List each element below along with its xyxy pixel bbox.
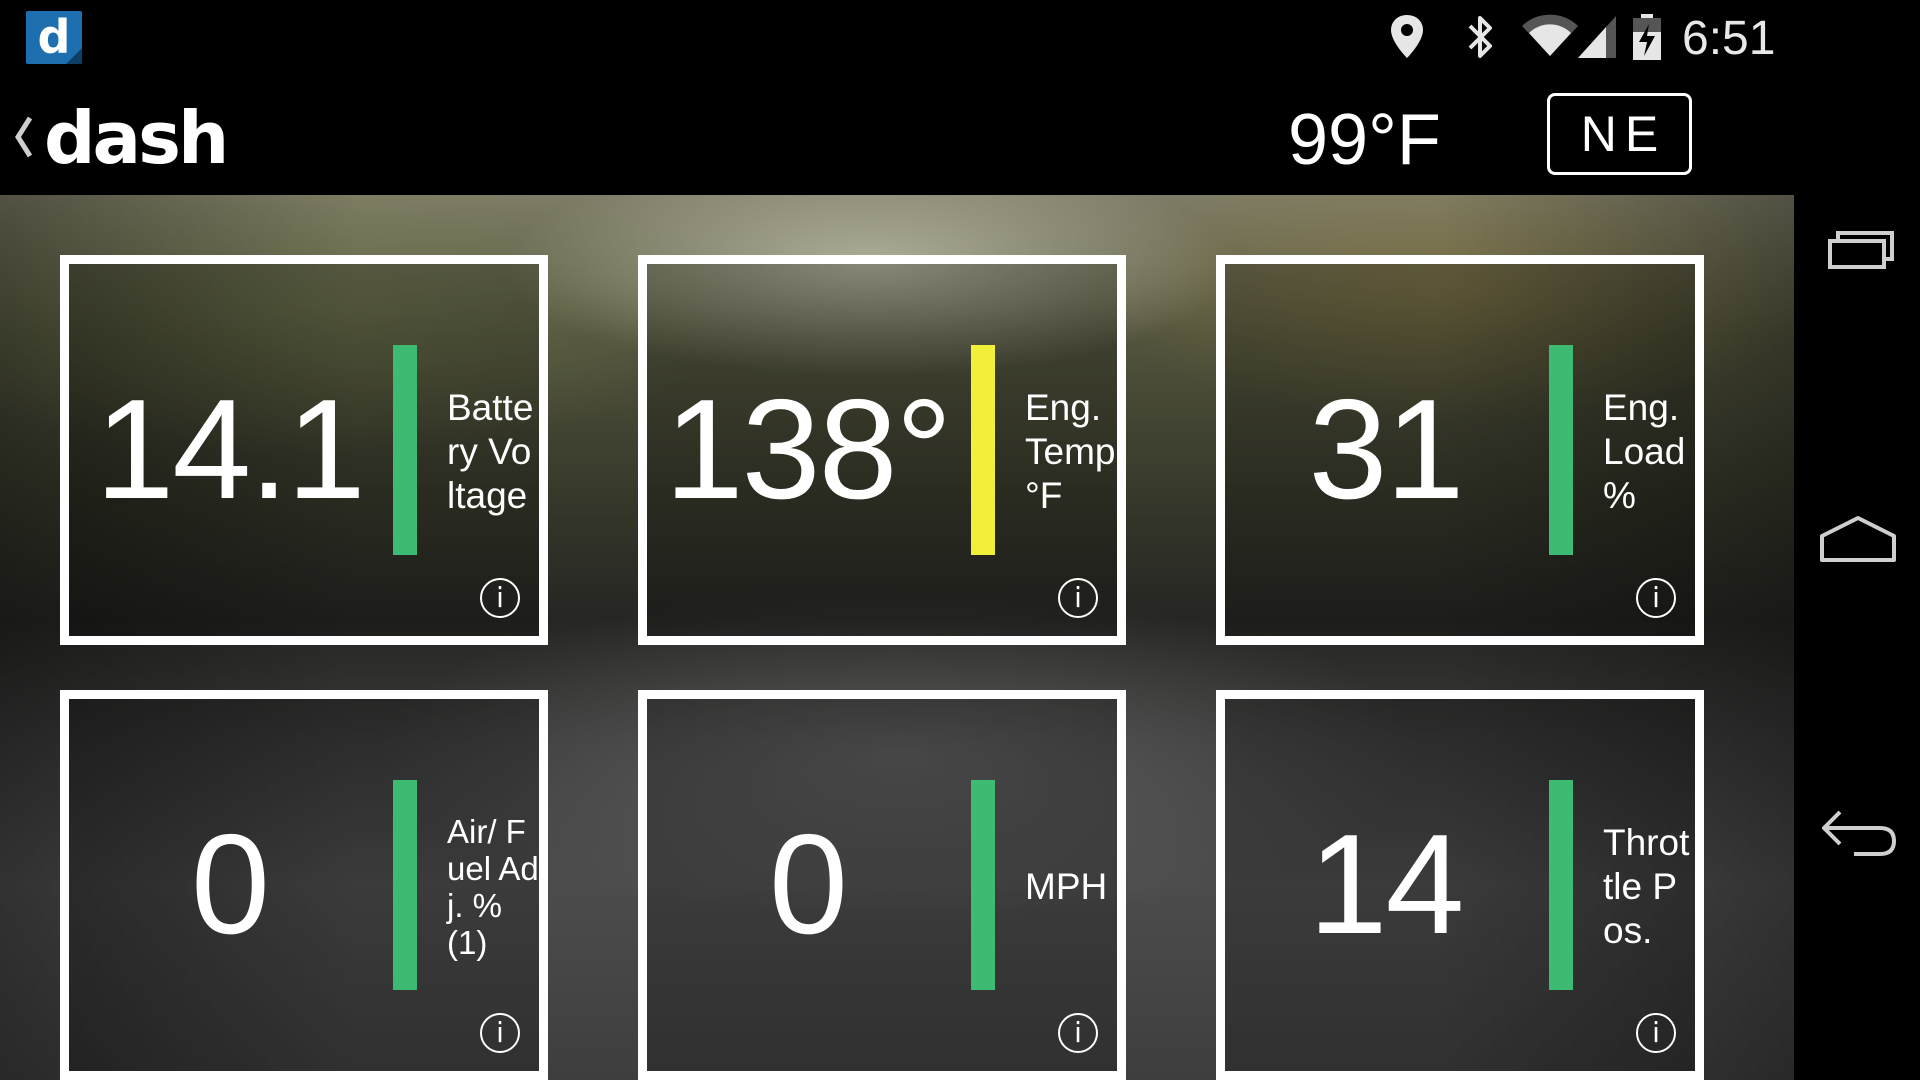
info-icon[interactable]: i (1058, 578, 1098, 618)
action-bar: dash 99°F NE (0, 78, 1794, 195)
cell-signal-icon (1578, 16, 1616, 58)
back-icon[interactable] (1814, 800, 1902, 870)
gauge-value: 14 (1308, 805, 1465, 964)
status-bar: d 6:51 (0, 0, 1920, 78)
info-icon[interactable]: i (1636, 578, 1676, 618)
gauge-tile-air-fuel-adj[interactable]: 0 Air/ Fuel Adj. % (1) i (60, 690, 548, 1080)
gauge-status-bar (971, 345, 995, 555)
gauge-tile-mph[interactable]: 0 MPH i (638, 690, 1126, 1080)
gauge-status-bar (1549, 780, 1573, 990)
up-navigation-chevron-icon[interactable] (12, 114, 36, 160)
status-clock: 6:51 (1682, 12, 1776, 65)
gauge-tile-battery-voltage[interactable]: 14.1 Battery Voltage i (60, 255, 548, 645)
outside-temperature: 99°F (1288, 100, 1441, 180)
gauge-status-bar (1549, 345, 1573, 555)
gauge-value: 138° (664, 370, 953, 529)
gauge-value: 0 (191, 805, 270, 964)
system-nav-bar (1794, 195, 1920, 1080)
bluetooth-icon (1468, 16, 1492, 58)
battery-charging-icon (1633, 14, 1661, 60)
gauge-value: 31 (1308, 370, 1465, 529)
gauge-status-bar (393, 780, 417, 990)
dash-notification-icon[interactable]: d (26, 11, 82, 64)
gauge-label: Eng. Load % (1603, 386, 1686, 516)
gauge-value: 0 (769, 805, 848, 964)
gauge-label: Battery Voltage (447, 386, 534, 516)
gauge-status-bar (971, 780, 995, 990)
info-icon[interactable]: i (1636, 1013, 1676, 1053)
app-logo[interactable]: dash (44, 98, 229, 178)
wifi-icon (1522, 14, 1578, 57)
gauge-grid: 14.1 Battery Voltage i 138° Eng. Temp °F… (0, 195, 1794, 1080)
info-icon[interactable]: i (480, 578, 520, 618)
gauge-label: Throttle Pos. (1603, 821, 1690, 951)
gauge-tile-throttle-pos[interactable]: 14 Throttle Pos. i (1216, 690, 1704, 1080)
gauge-label: MPH (1025, 865, 1108, 907)
gauge-value: 14.1 (95, 370, 365, 529)
gauge-status-bar (393, 345, 417, 555)
gauge-label: Eng. Temp °F (1025, 386, 1116, 516)
location-icon (1391, 15, 1423, 58)
gauge-label: Air/ Fuel Adj. % (1) (447, 812, 539, 961)
app-root: d 6:51 dash 99°F NE 14.1 Battery Voltage… (0, 0, 1920, 1080)
recent-apps-icon[interactable] (1814, 215, 1902, 285)
info-icon[interactable]: i (1058, 1013, 1098, 1053)
info-icon[interactable]: i (480, 1013, 520, 1053)
gauge-tile-engine-load[interactable]: 31 Eng. Load % i (1216, 255, 1704, 645)
gauge-tile-engine-temp[interactable]: 138° Eng. Temp °F i (638, 255, 1126, 645)
home-icon[interactable] (1814, 500, 1902, 570)
compass-heading-button[interactable]: NE (1547, 93, 1692, 175)
